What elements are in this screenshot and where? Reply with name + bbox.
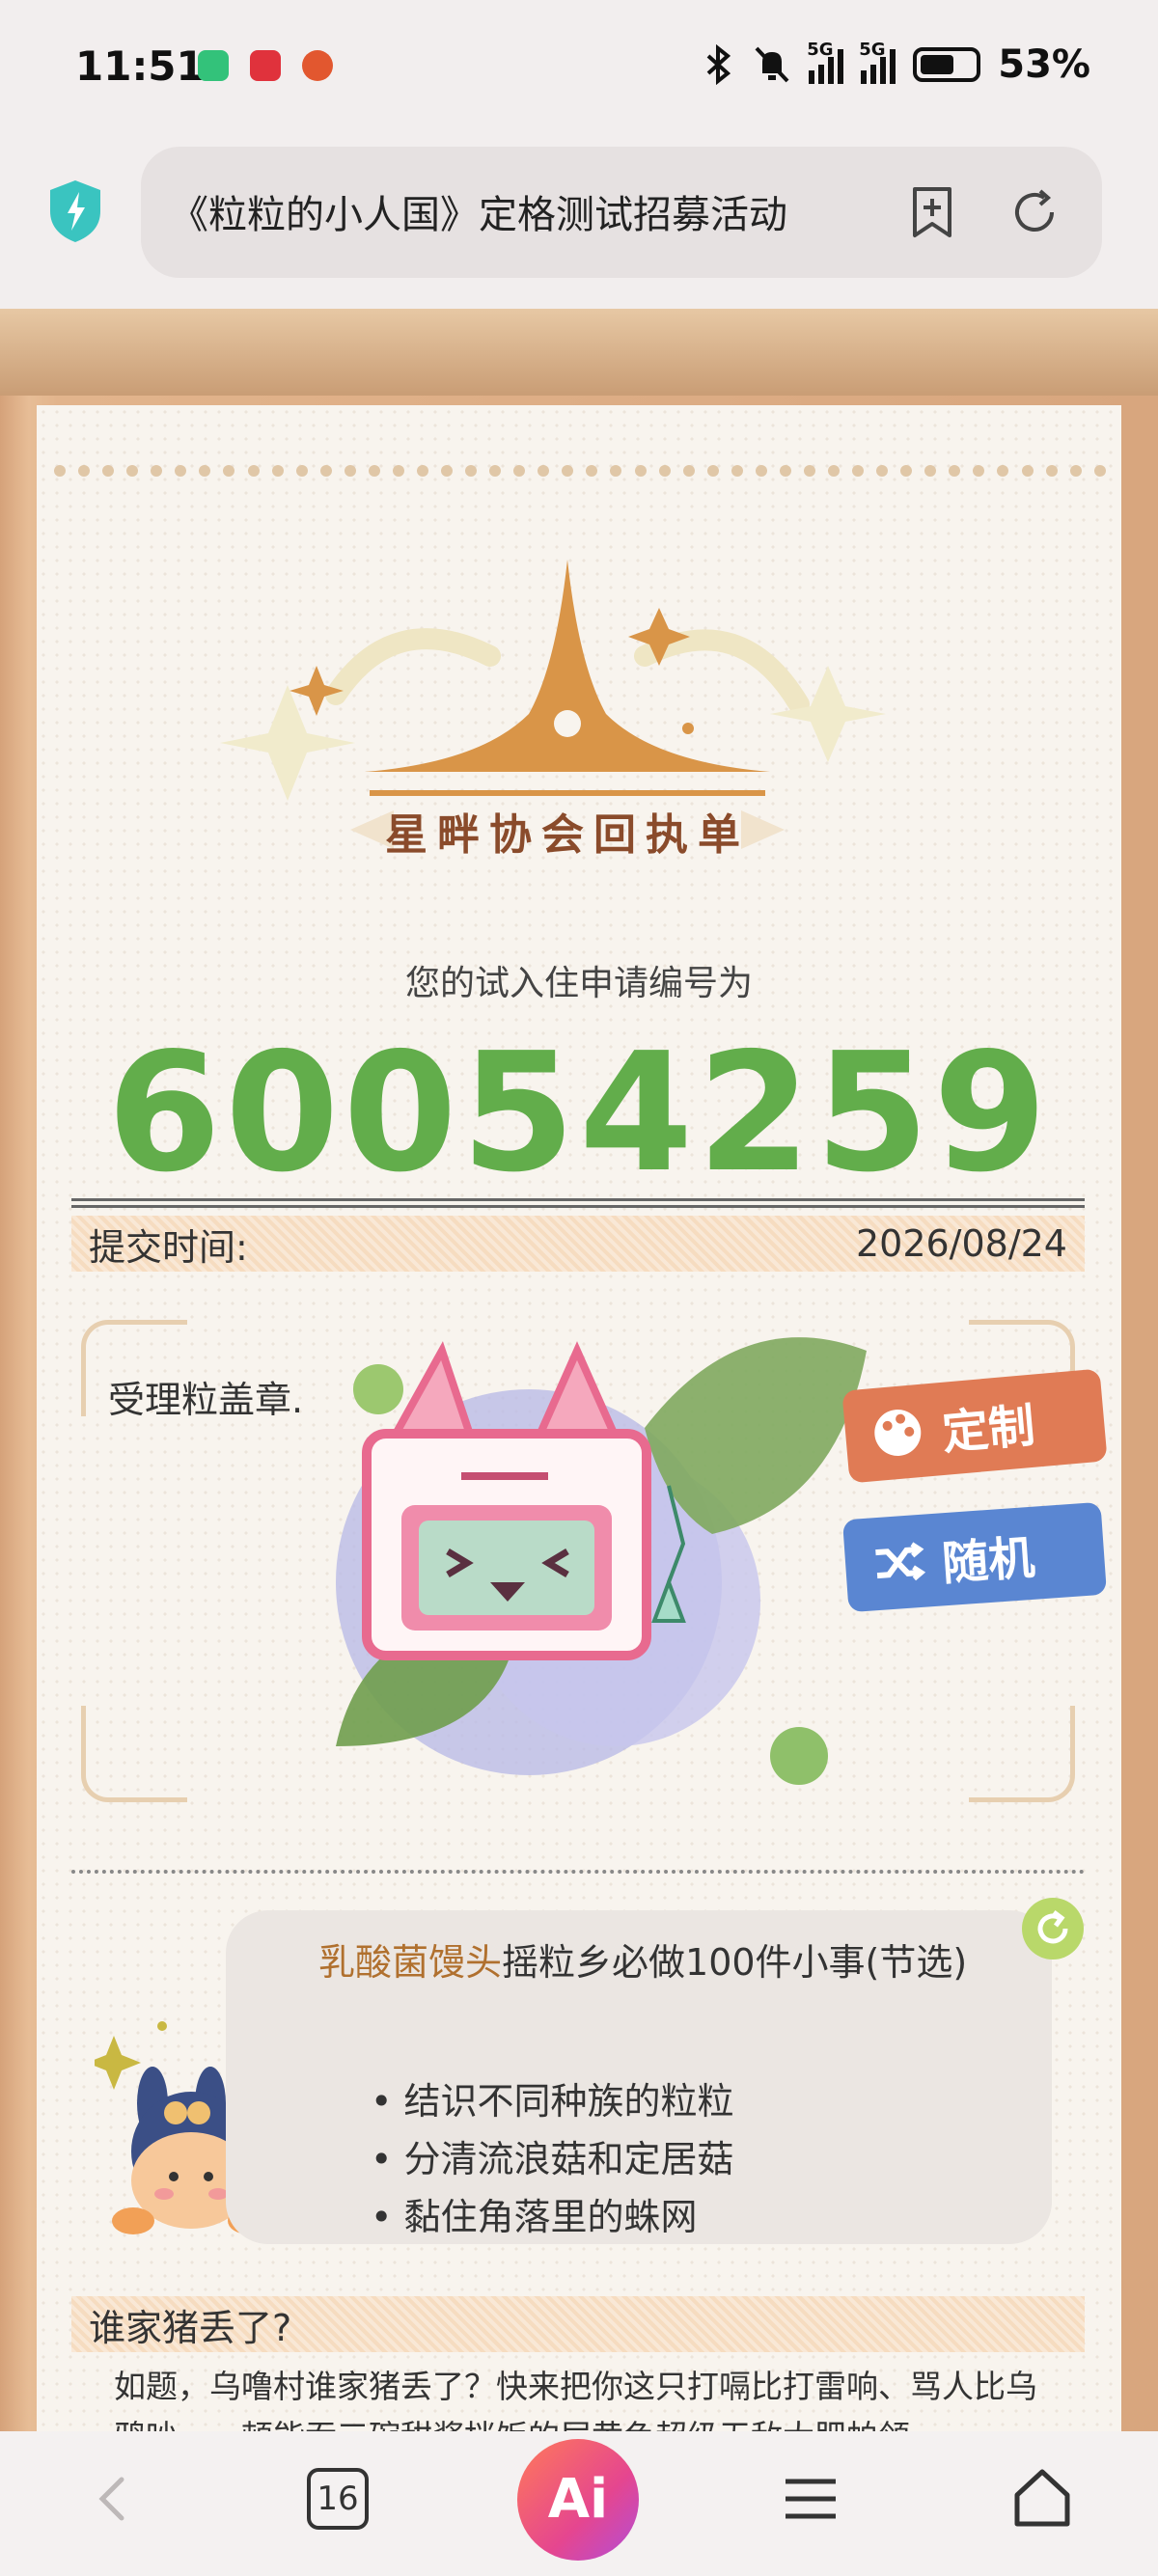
logo-text: 星畔协会回执单 [385,810,750,860]
frame-corner-bl [81,1706,187,1802]
battery-icon [913,47,981,82]
list-item-text: 分清流浪菇和定居菇 [403,2138,734,2180]
list-item: • 黏住角落里的蛛网 [371,2196,698,2238]
list-item-text: 黏住角落里的蛛网 [403,2196,698,2238]
bookmark-add-icon[interactable] [903,183,961,241]
frame-corner-br [969,1706,1075,1802]
bubble-author: 乳酸菌馒头 [318,1941,503,1984]
wechat-icon [198,50,229,81]
refresh-tips-icon[interactable] [1021,1897,1085,1960]
address-bar[interactable]: 《粒粒的小人国》定格测试招募活动 [141,147,1102,278]
custom-button-label: 定制 [940,1398,1037,1461]
list-item: • 结识不同种族的粒粒 [371,2080,734,2123]
browser-address-row: 《粒粒的小人国》定格测试招募活动 [0,135,1158,309]
submit-time-value: 2026/08/24 [855,1222,1067,1265]
wood-shelf [0,309,1158,396]
bubble-list: • 结识不同种族的粒粒 • 分清流浪菇和定居菇 • 黏住角落里的蛛网 [371,2072,734,2246]
dotted-divider [71,1870,1085,1874]
status-right: 5G 5G 53% [703,40,1090,87]
shuffle-icon [875,1542,926,1581]
game-notification-icon [302,50,333,81]
signal-icon-1: 5G [807,40,844,84]
palette-icon [874,1409,922,1456]
page-title-url[interactable]: 《粒粒的小人国》定格测试招募活动 [170,183,874,239]
signal-icon-2: 5G [859,40,896,84]
double-rule [71,1198,1085,1208]
status-time: 11:51 [75,42,205,90]
submit-time-label: 提交时间: [89,1225,248,1269]
stamp-character-illustration [336,1337,867,1785]
random-button-label: 随机 [940,1530,1037,1592]
network-type-1: 5G [807,40,834,60]
tips-bubble: 乳酸菌馒头摇粒乡必做100件小事(节选) • 结识不同种族的粒粒 • 分清流浪菇… [226,1910,1052,2244]
reload-icon[interactable] [1006,183,1063,241]
receipt-paper: 星畔协会回执单 您的试入住申请编号为 60054259 提交时间: 2026/0… [37,405,1121,2431]
web-content: 星畔协会回执单 您的试入住申请编号为 60054259 提交时间: 2026/0… [0,309,1158,2431]
submit-time-row: 提交时间: 2026/08/24 [71,1216,1085,1272]
menu-icon[interactable] [772,2460,849,2537]
random-button[interactable]: 随机 [841,1501,1108,1613]
back-icon[interactable] [75,2460,152,2537]
application-caption: 您的试入住申请编号为 [404,964,753,1003]
bubble-title-text: 摇粒乡必做100件小事(节选) [502,1941,968,1984]
tabs-button[interactable]: 16 [307,2468,369,2530]
status-bar: 11:51 5G 5G 53% [0,0,1158,135]
bubble-title: 乳酸菌馒头摇粒乡必做100件小事(节选) [318,1935,994,1989]
browser-bottom-nav: 16 Ai [0,2431,1158,2576]
custom-button[interactable]: 定制 [841,1368,1108,1484]
perforation [54,465,1106,479]
home-icon[interactable] [1004,2460,1081,2537]
mute-icon [755,46,789,83]
list-item: • 分清流浪菇和定居菇 [371,2138,734,2180]
lost-pig-heading: 谁家猪丢了? [71,2296,1085,2352]
app-notification-icon [250,50,281,81]
ai-assistant-button[interactable]: Ai [517,2439,639,2561]
notification-icons [198,50,333,81]
bluetooth-icon [706,44,731,85]
network-type-2: 5G [859,40,886,60]
list-item-text: 结识不同种族的粒粒 [403,2080,734,2123]
lost-pig-title: 谁家猪丢了? [89,2306,292,2349]
stamp-label: 受理粒盖章. [108,1379,304,1421]
association-logo: 星畔协会回执单 [220,560,886,860]
application-number: 60054259 [106,1018,1052,1209]
battery-percent: 53% [998,42,1090,87]
lost-pig-body: 如题，乌噜村谁家猪丢了？快来把你这只打嗝比打雷响、骂人比乌鸦吵、一顿能吞三碗甜酱… [114,2368,1037,2431]
security-shield-icon[interactable] [46,178,104,244]
